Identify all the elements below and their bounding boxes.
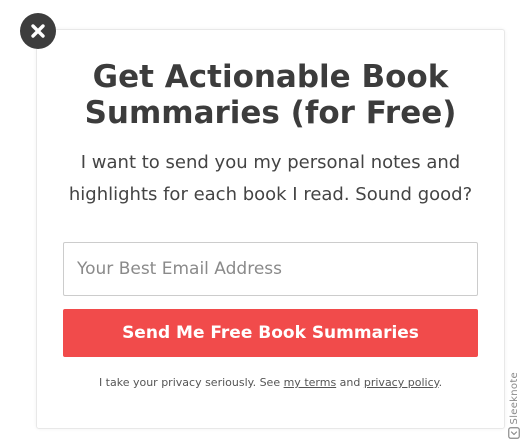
- sleeknote-branding[interactable]: Sleeknote: [506, 355, 522, 439]
- privacy-middle: and: [336, 376, 364, 389]
- privacy-policy-link[interactable]: privacy policy: [364, 376, 439, 389]
- privacy-prefix: I take your privacy seriously. See: [98, 376, 284, 389]
- sleeknote-logo-icon: [508, 427, 520, 439]
- popup-modal: Get Actionable Book Summaries (for Free)…: [36, 29, 505, 429]
- email-input[interactable]: [63, 242, 478, 296]
- close-x-icon: [31, 24, 45, 38]
- close-button[interactable]: [20, 13, 56, 49]
- privacy-suffix: .: [438, 376, 443, 389]
- popup-title: Get Actionable Book Summaries (for Free): [84, 59, 457, 131]
- submit-button[interactable]: Send Me Free Book Summaries: [63, 309, 478, 357]
- terms-link[interactable]: my terms: [284, 376, 337, 389]
- popup-subtitle: I want to send you my personal notes and…: [68, 152, 473, 205]
- branding-label: Sleeknote: [508, 371, 520, 424]
- page: Get Actionable Book Summaries (for Free)…: [0, 0, 530, 445]
- privacy-notice: I take your privacy seriously. See my te…: [37, 376, 504, 390]
